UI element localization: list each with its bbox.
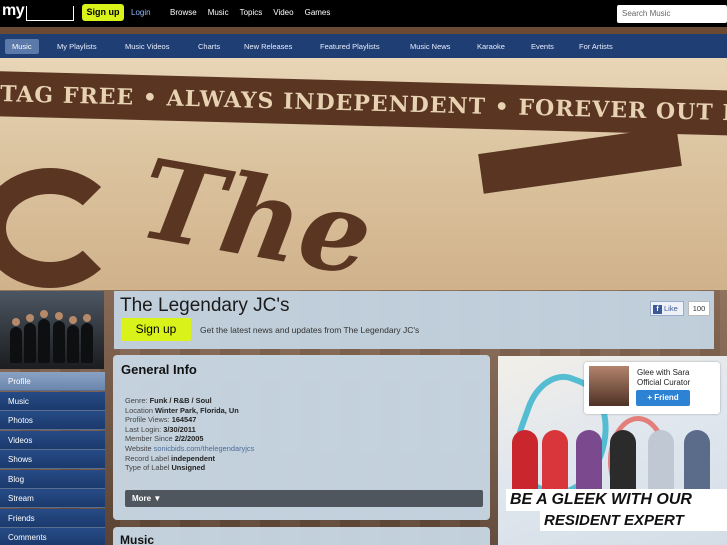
profile-banner: TAG FREE • ALWAYS INDEPENDENT • FOREVER … (0, 58, 727, 290)
music-subnav: Music My Playlists Music Videos Charts N… (0, 34, 727, 58)
side-item-photos[interactable]: Photos (0, 411, 105, 430)
side-item-profile[interactable]: Profile (0, 372, 105, 391)
subnav-music-news[interactable]: Music News (410, 39, 450, 54)
music-panel: Music (113, 527, 490, 545)
top-nav: Browse Music Topics Video Games (170, 8, 330, 17)
photo-figure (81, 314, 93, 363)
banner-shape (478, 126, 682, 194)
curator-avatar (589, 366, 629, 406)
side-item-music[interactable]: Music (0, 391, 105, 411)
side-item-shows[interactable]: Shows (0, 450, 105, 469)
info-genre: Genre: Funk / R&B / Soul (125, 396, 212, 405)
info-member-since: Member Since 2/2/2005 (125, 434, 204, 444)
info-record-label: Record Label independent (125, 453, 215, 463)
profile-tagline: Get the latest news and updates from The… (200, 325, 420, 335)
top-bar: my Sign up Login Browse Music Topics Vid… (0, 0, 727, 27)
facebook-like-button[interactable]: f Like (650, 301, 684, 316)
profile-side-menu: Profile Music Photos Videos Shows Blog S… (0, 372, 105, 545)
curator-name: Glee with Sara Official Curator (637, 368, 691, 387)
ad-friend-card: Glee with Sara Official Curator + Friend (584, 362, 720, 414)
info-profile-views: Profile Views: 164547 (125, 415, 197, 425)
top-nav-music[interactable]: Music (208, 8, 229, 17)
profile-photo[interactable] (0, 291, 104, 369)
photo-figure (24, 314, 36, 363)
photo-figure (67, 316, 79, 363)
more-button[interactable]: More ▼ (125, 490, 483, 507)
like-label: Like (664, 304, 678, 313)
banner-art-word: The (130, 133, 382, 290)
website-link[interactable]: sonicbids.com/thelegendaryjcs (154, 444, 255, 453)
general-info-title: General Info (121, 362, 197, 377)
photo-figure (53, 312, 65, 363)
page-title: The Legendary JC's (120, 295, 290, 316)
top-nav-video[interactable]: Video (273, 8, 293, 17)
logo-box-mark (26, 6, 74, 21)
general-info-list: Genre: Funk / R&B / Soul Location Winter… (125, 396, 254, 473)
subnav-karaoke[interactable]: Karaoke (477, 39, 505, 54)
side-item-blog[interactable]: Blog (0, 469, 105, 489)
side-item-friends[interactable]: Friends (0, 508, 105, 528)
subnav-music[interactable]: Music (5, 39, 39, 54)
top-nav-topics[interactable]: Topics (240, 8, 263, 17)
top-nav-games[interactable]: Games (305, 8, 331, 17)
info-website: Website sonicbids.com/thelegendaryjcs (125, 443, 255, 453)
site-logo[interactable]: my (2, 2, 25, 20)
advertisement[interactable]: Glee with Sara Official Curator + Friend … (498, 356, 727, 545)
subnav-events[interactable]: Events (531, 39, 554, 54)
side-item-stream[interactable]: Stream (0, 489, 105, 508)
info-location: Location Winter Park, Florida, Un (125, 405, 239, 415)
general-info-panel: General Info Genre: Funk / R&B / Soul Lo… (113, 355, 490, 520)
subnav-my-playlists[interactable]: My Playlists (57, 39, 97, 54)
search-input[interactable]: Search Music (617, 5, 727, 23)
photo-figure (38, 310, 50, 363)
subnav-new-releases[interactable]: New Releases (244, 39, 292, 54)
side-item-videos[interactable]: Videos (0, 430, 105, 450)
like-count: 100 (688, 301, 710, 316)
login-link[interactable]: Login (131, 8, 151, 17)
facebook-icon: f (653, 304, 662, 314)
photo-figure (10, 318, 22, 363)
banner-swirl (0, 168, 120, 288)
profile-header: The Legendary JC's Sign up Get the lates… (114, 291, 714, 349)
music-section-title: Music (120, 533, 155, 545)
subnav-charts[interactable]: Charts (198, 39, 220, 54)
add-friend-button[interactable]: + Friend (636, 390, 690, 406)
signup-button-top[interactable]: Sign up (82, 4, 124, 21)
ad-headline-line1: BE A GLEEK WITH OUR (506, 489, 727, 511)
info-label-type: Type of Label Unsigned (125, 463, 206, 473)
signup-button[interactable]: Sign up (121, 318, 191, 341)
subnav-for-artists[interactable]: For Artists (579, 39, 613, 54)
top-nav-browse[interactable]: Browse (170, 8, 197, 17)
info-last-login: Last Login: 3/30/2011 (125, 424, 196, 434)
side-item-comments[interactable]: Comments (0, 528, 105, 545)
subnav-featured-playlists[interactable]: Featured Playlists (320, 39, 380, 54)
ad-headline-line2: RESIDENT EXPERT (540, 511, 727, 531)
subnav-music-videos[interactable]: Music Videos (125, 39, 169, 54)
